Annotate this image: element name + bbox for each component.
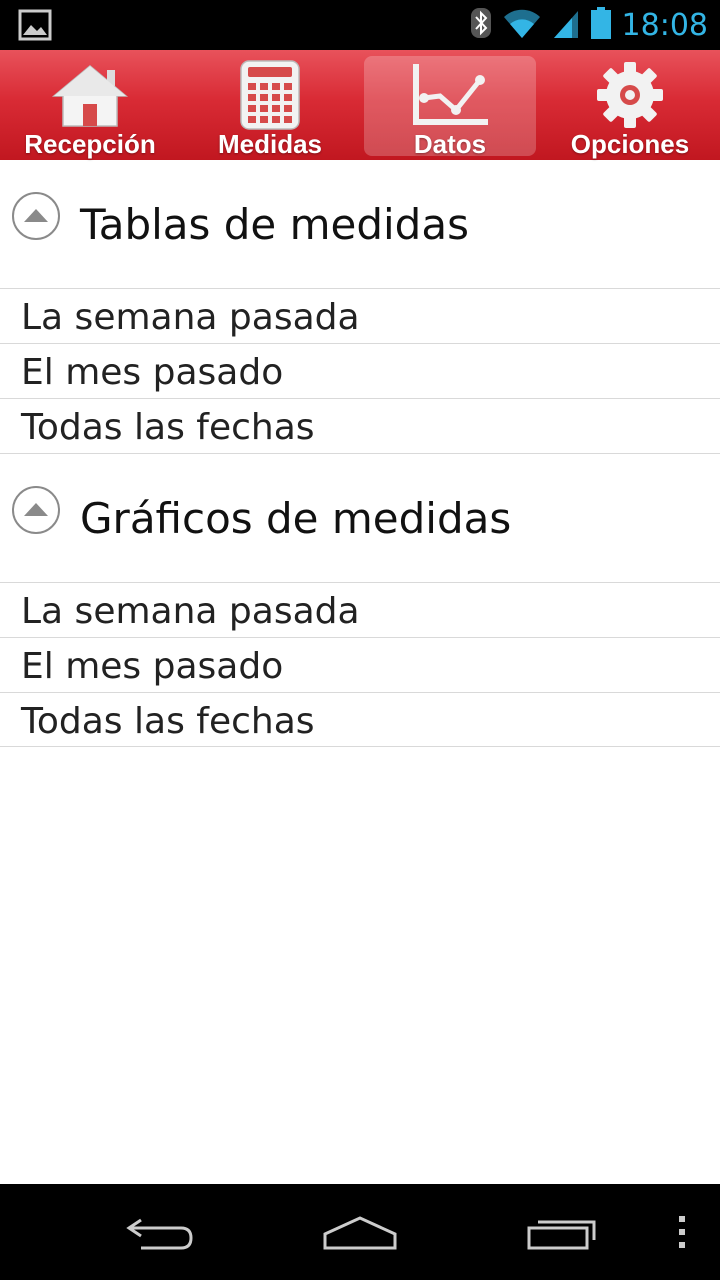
list-item-label: El mes pasado [21,352,284,393]
collapse-arrow-icon[interactable] [12,486,60,534]
home-icon [323,1216,397,1250]
group-header-graficos[interactable]: Gráficos de medidas [0,453,720,581]
recent-apps-button[interactable] [512,1184,612,1280]
tab-recepcion[interactable]: Recepción [0,50,180,160]
calculator-icon [239,58,301,131]
list-item[interactable]: El mes pasado [0,637,720,692]
collapse-arrow-icon[interactable] [12,192,60,240]
group-title: Tablas de medidas [80,200,469,249]
overflow-menu-icon [679,1216,685,1248]
navigation-bar [0,1184,720,1280]
wifi-icon [502,7,542,44]
list-item[interactable]: La semana pasada [0,582,720,637]
line-chart-icon [410,58,490,131]
home-button[interactable] [310,1184,410,1280]
back-button[interactable] [110,1184,210,1280]
tab-opciones[interactable]: Opciones [540,50,720,160]
tab-label: Recepción [24,129,156,159]
list-item-label: La semana pasada [21,591,360,632]
battery-icon [590,6,612,45]
overflow-menu-button[interactable] [662,1184,702,1280]
tab-label: Opciones [570,129,690,159]
group-header-tablas[interactable]: Tablas de medidas [0,160,720,288]
home-icon [51,58,129,131]
group-title: Gráficos de medidas [80,494,512,543]
back-icon [126,1218,193,1250]
list-item[interactable]: La semana pasada [0,288,720,343]
list-item[interactable]: Todas las fechas [0,692,720,747]
list-item-label: Todas las fechas [21,701,315,742]
tab-bar: Recepción Medidas Datos Opciones [0,50,720,160]
tab-medidas[interactable]: Medidas [180,50,360,160]
tab-label: Datos [413,129,487,159]
list-item-label: El mes pasado [21,646,284,687]
list-item[interactable]: Todas las fechas [0,398,720,453]
tab-datos[interactable]: Datos [360,50,540,160]
list-item-label: Todas las fechas [21,407,315,448]
tab-label: Medidas [217,129,323,159]
image-notification-icon [18,9,52,46]
recent-apps-icon [527,1220,596,1250]
status-time: 18:08 [621,7,708,43]
status-bar: 18:08 [0,0,720,50]
list-item-label: La semana pasada [21,297,360,338]
gear-icon [595,58,665,131]
list-item[interactable]: El mes pasado [0,343,720,398]
bluetooth-icon [470,7,492,44]
signal-icon [552,7,580,44]
